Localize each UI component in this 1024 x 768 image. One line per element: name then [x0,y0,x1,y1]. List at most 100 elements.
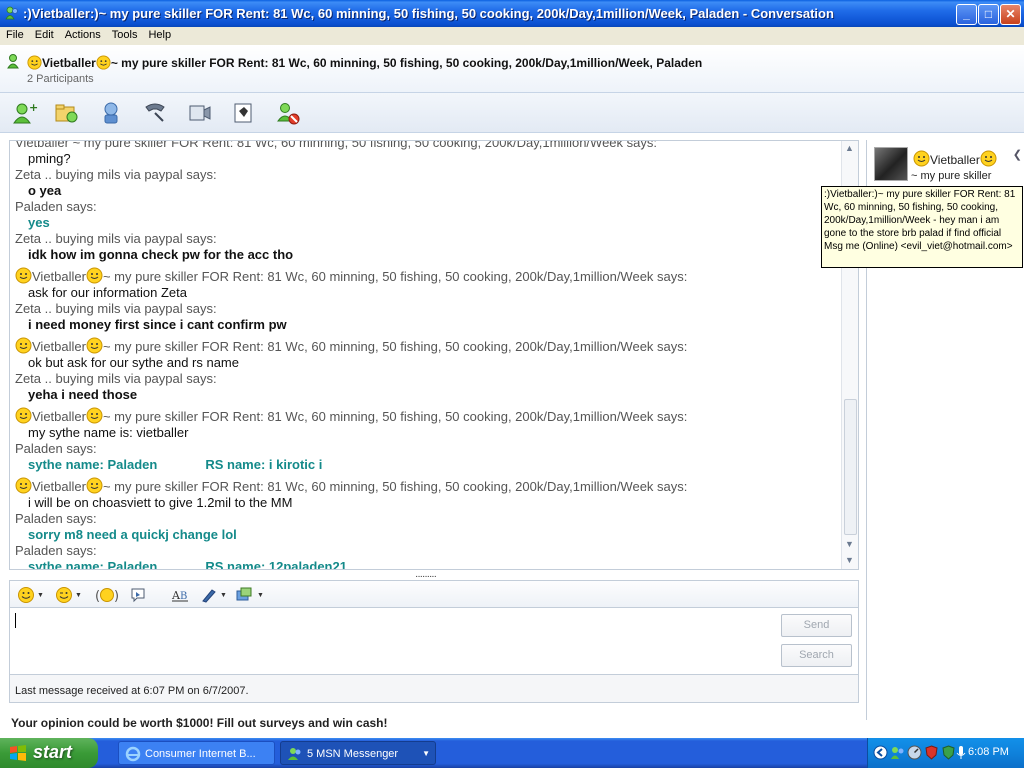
close-button[interactable]: ✕ [1000,4,1021,25]
chevron-down-icon[interactable]: ▼ [422,742,430,764]
contact-message: ~ my pure skiller FOR Rent: 81 Wc, 60 mi… [110,56,703,70]
message-text: sorry m8 need a quickj change lol [28,527,237,542]
message-text: sythe name: Paladen RS name: i kirotic i [15,457,840,473]
emoticon-icon[interactable] [17,586,35,604]
background-icon[interactable] [235,586,253,604]
security-shield-icon[interactable] [924,745,939,760]
smiley-icon [15,267,32,284]
conversation-window: :)Vietballer:)~ my pure skiller FOR Rent… [0,0,1024,738]
chevron-down-icon[interactable]: ▼ [75,592,82,599]
voice-clip-icon[interactable] [129,586,147,604]
menu-tools[interactable]: Tools [106,27,143,41]
ink-icon[interactable] [200,586,218,604]
menu-file[interactable]: File [0,27,29,41]
menu-help[interactable]: Help [142,27,176,41]
smiley-icon [980,150,997,167]
sender-suffix: ~ my pure skiller FOR Rent: 81 Wc, 60 mi… [102,409,688,424]
scroll-up-icon[interactable]: ▲ [845,143,854,153]
side-name-text: Vietballer [930,153,980,167]
invite-contact-icon[interactable]: + [10,99,38,127]
message-input[interactable]: Send Search [9,608,859,675]
message-text: i need money first since i cant confirm … [28,317,287,332]
chevron-down-icon[interactable]: ▼ [220,592,227,599]
contact-name: Vietballer [42,56,96,70]
ad-banner[interactable]: Your opinion could be worth $1000! Fill … [11,716,388,730]
title-bar[interactable]: :)Vietballer:)~ my pure skiller FOR Rent… [0,0,1024,27]
sender-name: Vietballer [32,479,86,494]
start-button[interactable]: start [0,738,98,768]
scroll-down-icon[interactable]: ▼ [845,539,854,549]
shield-check-icon[interactable] [941,745,956,760]
scroll-end-icon[interactable]: ▼ [845,555,854,565]
chevron-down-icon[interactable]: ▼ [257,592,264,599]
message-text: pming? [28,151,71,166]
minimize-button[interactable]: _ [956,4,977,25]
network-icon[interactable] [907,745,922,760]
message-sender: Zeta .. buying mils via paypal says: [15,371,217,386]
sender-name: Vietballer [32,269,86,284]
taskbar-item-label: 5 MSN Messenger [307,748,399,760]
display-picture[interactable] [874,147,908,181]
message-text: idk how im gonna check pw for the acc th… [28,247,294,262]
contact-tooltip: :)Vietballer:)~ my pure skiller FOR Rent… [821,186,1023,268]
search-button[interactable]: Search [781,644,852,667]
menu-edit[interactable]: Edit [29,27,59,41]
smiley-icon [15,407,32,424]
font-icon[interactable]: AB [171,586,189,604]
message-sender: Vietballer ~ my pure skiller FOR Rent: 81… [15,333,840,355]
taskbar-item-messenger[interactable]: 5 MSN Messenger ▼ [280,741,436,765]
nudge-icon[interactable]: () [95,586,119,604]
taskbar-item-label: Consumer Internet B... [145,748,256,760]
messenger-icon [5,6,18,20]
ie-icon [125,746,141,762]
chevron-down-icon[interactable]: ▼ [37,592,44,599]
smiley-icon [86,267,103,284]
tray-arrow-icon[interactable] [873,745,888,760]
message-text: ask for our information Zeta [28,285,187,300]
activities-icon[interactable] [230,99,258,127]
svg-text:B: B [180,591,187,602]
message-list: Vietballer ~ my pure skiller FOR Rent: 8… [15,140,840,570]
maximize-button[interactable]: □ [978,4,999,25]
message-sender: Vietballer ~ my pure skiller FOR Rent: 8… [15,140,657,150]
message-sender: Zeta .. buying mils via paypal says: [15,301,217,316]
menu-actions[interactable]: Actions [59,27,106,41]
buddy-icon [7,54,19,69]
messenger-tray-icon[interactable] [890,745,905,760]
message-part: sythe name: Paladen [28,457,158,472]
message-sender: Vietballer ~ my pure skiller FOR Rent: 81… [15,403,840,425]
svg-text:+: + [29,101,38,114]
start-label: start [33,742,73,762]
sender-suffix: ~ my pure skiller FOR Rent: 81 Wc, 60 mi… [102,269,688,284]
wink-icon[interactable] [55,586,73,604]
message-part: RS name: i kirotic i [205,457,323,472]
status-bar: Last message received at 6:07 PM on 6/7/… [9,675,859,703]
side-contact-message: ~ my pure skiller [911,170,992,182]
participants-count: 2 Participants [27,73,94,85]
send-button[interactable]: Send [781,614,852,637]
video-icon[interactable] [186,99,214,127]
send-files-icon[interactable] [53,99,81,127]
chat-history[interactable]: Vietballer ~ my pure skiller FOR Rent: 8… [9,140,859,570]
svg-text:): ) [114,589,119,604]
system-tray: 6:08 PM [867,738,1024,768]
smiley-icon [27,55,42,70]
phone-icon[interactable] [141,99,169,127]
format-toolbar: ▼ ▼ () AB ▼ ▼ [9,580,859,608]
message-sender: Vietballer ~ my pure skiller FOR Rent: 81… [15,263,840,285]
message-part: RS name: 12paladen21 [205,559,347,570]
collapse-panel-icon[interactable]: ❮ [1013,148,1022,161]
smiley-icon [15,337,32,354]
message-text: i will be on choasviett to give 1.2mil t… [28,495,293,510]
message-sender: Paladen says: [15,511,97,526]
text-caret [15,613,16,628]
voice-icon[interactable] [97,99,125,127]
block-icon[interactable] [274,99,302,127]
microphone-icon[interactable] [956,745,966,760]
message-part: sythe name: Paladen [28,559,158,570]
scroll-thumb[interactable] [844,399,857,535]
taskbar-item-browser[interactable]: Consumer Internet B... [118,741,275,765]
side-contact-name: Vietballer [913,150,997,167]
message-text: yes [28,215,50,230]
conversation-header: Vietballer ~ my pure skiller FOR Rent: 81… [0,45,1024,93]
